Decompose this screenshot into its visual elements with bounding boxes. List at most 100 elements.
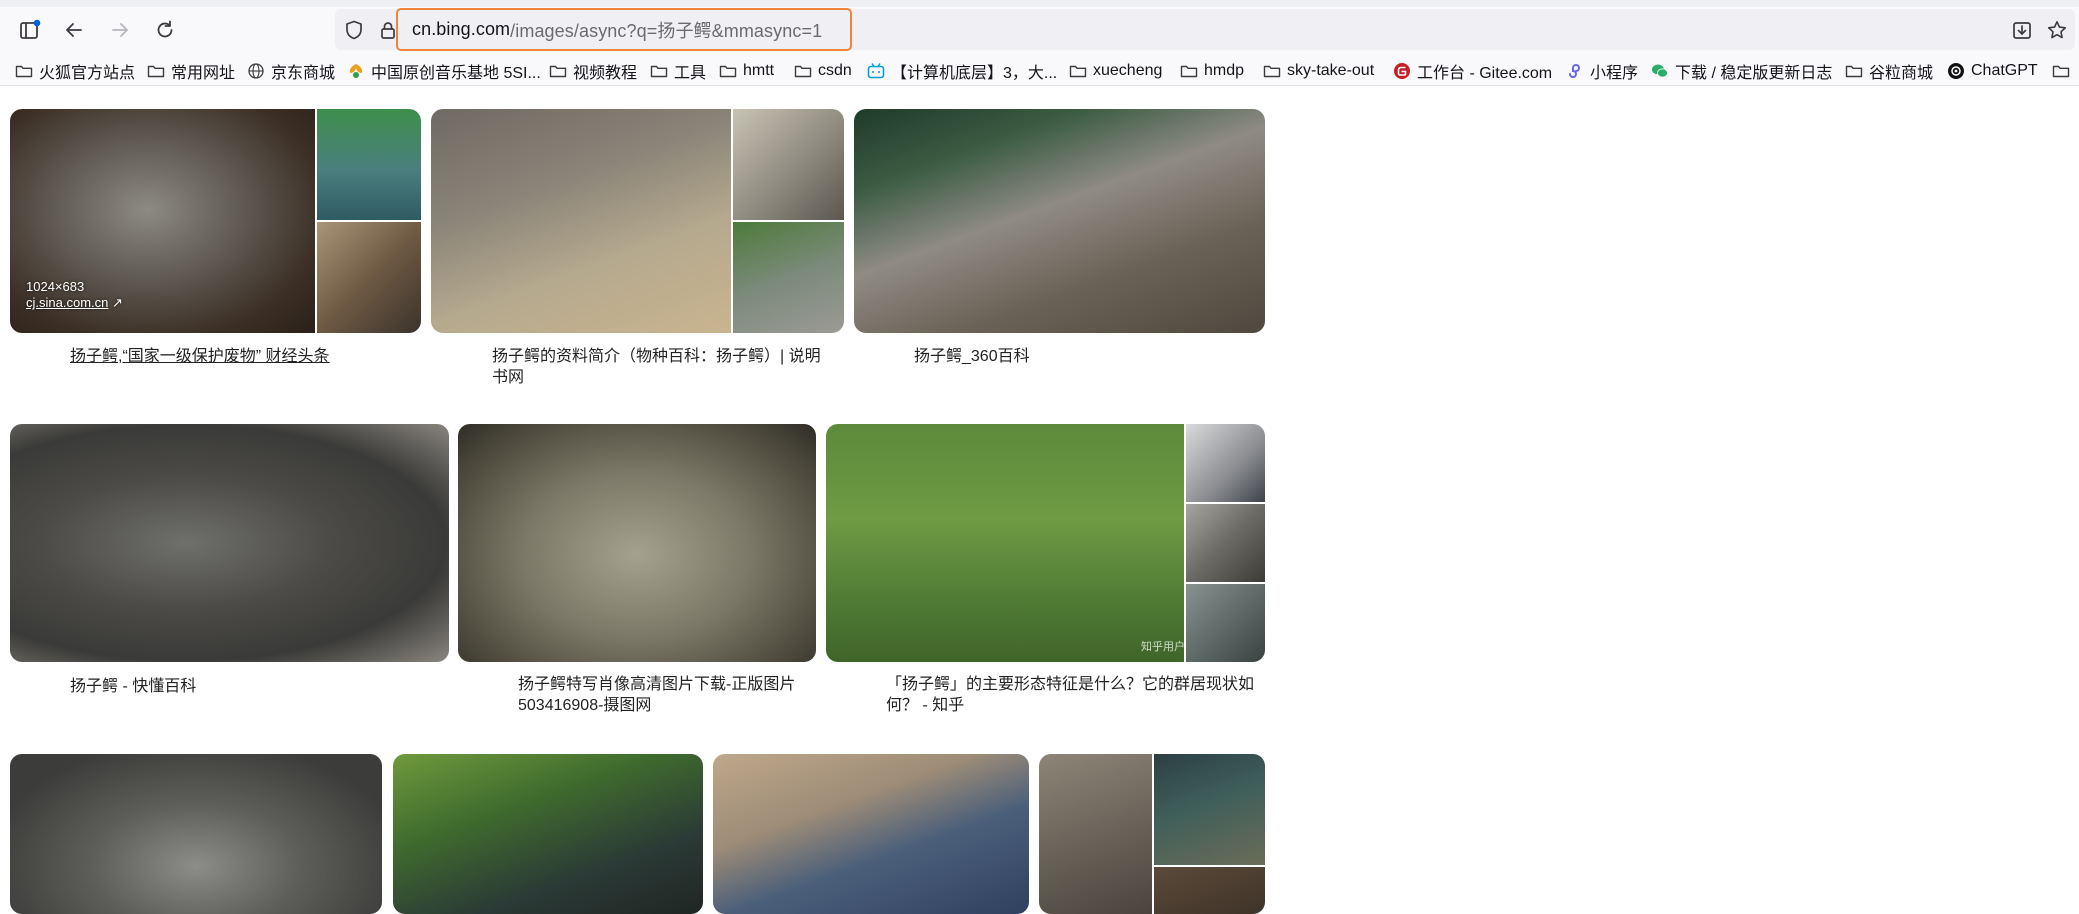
forward-icon[interactable] [104, 14, 136, 46]
folder-icon [650, 62, 668, 80]
image-result[interactable] [713, 754, 1029, 914]
save-to-pocket-icon[interactable] [2006, 14, 2038, 46]
bookmark-item[interactable]: 中国原创音乐基地 5SI... [347, 59, 541, 83]
image-result[interactable]: 1024×683 cj.sina.com.cn ↗ [10, 109, 421, 333]
url-host: cn.bing.com [412, 19, 511, 39]
bookmark-item[interactable]: 下载 / 稳定版更新日志 [1651, 59, 1832, 83]
result-thumbnail[interactable] [1154, 754, 1265, 865]
wechat-icon [1651, 62, 1669, 80]
result-caption[interactable]: 「扬子鳄」的主要形态特征是什么？它的群居现状如何？ - 知乎 [886, 674, 1256, 716]
folder-icon [794, 62, 812, 80]
bookmark-label: 视频教程 [573, 65, 638, 82]
bookmark-item[interactable] [2052, 59, 2070, 83]
image-result[interactable]: 知乎用户 [826, 424, 1265, 662]
image-result[interactable] [1039, 754, 1265, 914]
bookmark-label: 小程序 [1590, 65, 1639, 82]
bookmark-label: ChatGPT [1971, 62, 2038, 79]
result-thumbnail[interactable] [317, 109, 421, 220]
bookmark-item[interactable]: csdn [794, 59, 852, 83]
result-caption[interactable]: 扬子鳄 - 快懂百科 [70, 676, 370, 697]
bookmark-item[interactable]: 视频教程 [549, 59, 637, 83]
result-thumbnail[interactable] [431, 109, 731, 333]
result-thumbnail[interactable] [1039, 754, 1152, 914]
bookmark-item[interactable]: 京东商城 [247, 59, 335, 83]
external-link-icon[interactable]: ↗ [112, 295, 123, 310]
result-thumbnail[interactable] [10, 424, 449, 662]
back-icon[interactable] [58, 14, 90, 46]
bookmark-item[interactable]: 常用网址 [147, 59, 235, 83]
bookmark-item[interactable]: 【计算机底层】3，大... [867, 59, 1057, 83]
result-thumbnail[interactable] [317, 222, 421, 333]
music-site-icon [347, 62, 365, 80]
image-result[interactable] [431, 109, 844, 333]
result-thumbnail[interactable] [826, 424, 1184, 662]
bookmark-label: 京东商城 [271, 65, 336, 82]
bookmark-star-icon[interactable] [2041, 14, 2073, 46]
miniprogram-icon [1566, 62, 1584, 80]
image-watermark: 知乎用户 [1141, 641, 1185, 653]
bookmark-label: hmdp [1204, 62, 1245, 79]
bookmark-item[interactable]: hmtt [719, 59, 774, 83]
chatgpt-icon [1947, 62, 1965, 80]
folder-icon [549, 62, 567, 80]
bookmark-item[interactable]: xuecheng [1069, 59, 1162, 83]
url-path: /images/async?q=扬子鳄&mmasync=1 [510, 20, 823, 41]
bookmark-item[interactable]: 谷粒商城 [1845, 59, 1933, 83]
bookmark-label: xuecheng [1093, 62, 1163, 79]
bookmark-item[interactable]: 工具 [650, 59, 706, 83]
bilibili-icon [867, 62, 885, 80]
bookmark-label: 中国原创音乐基地 5SI... [371, 65, 541, 82]
reload-icon[interactable] [149, 14, 181, 46]
bookmark-label: 工具 [674, 65, 707, 82]
folder-icon [147, 62, 165, 80]
folder-icon [2052, 62, 2070, 80]
tracking-protection-shield-icon[interactable] [338, 14, 370, 46]
bookmark-item[interactable]: ChatGPT [1947, 59, 2038, 83]
bookmark-label: 工作台 - Gitee.com [1417, 65, 1553, 82]
folder-icon [1845, 62, 1863, 80]
image-result[interactable] [854, 109, 1265, 333]
image-dimensions: 1024×683 [26, 279, 85, 294]
gitee-icon [1393, 62, 1411, 80]
result-thumbnail[interactable] [10, 754, 382, 914]
result-thumbnail[interactable] [1186, 424, 1265, 502]
image-result[interactable] [393, 754, 703, 914]
result-thumbnail[interactable] [854, 109, 1265, 333]
result-caption[interactable]: 扬子鳄的资料简介（物种百科：扬子鳄）| 说明书网 [492, 346, 832, 388]
image-source-link[interactable]: cj.sina.com.cn [26, 295, 108, 310]
result-thumbnail[interactable] [713, 754, 1029, 914]
globe-icon [247, 62, 265, 80]
bookmark-item[interactable]: 小程序 [1566, 59, 1638, 83]
result-thumbnail[interactable] [393, 754, 703, 914]
bookmark-item[interactable]: 工作台 - Gitee.com [1393, 59, 1552, 83]
result-thumbnail[interactable] [458, 424, 816, 662]
folder-icon [15, 62, 33, 80]
url-field[interactable]: cn.bing.com/images/async?q=扬子鳄&mmasync=1 [396, 8, 852, 51]
bookmark-label: 下载 / 稳定版更新日志 [1675, 65, 1833, 82]
bookmark-label: sky-take-out [1287, 62, 1375, 79]
sidebar-toggle-icon[interactable] [14, 14, 46, 46]
bookmark-item[interactable]: 火狐官方站点 [15, 59, 135, 83]
result-thumbnail[interactable] [733, 109, 844, 220]
result-thumbnail[interactable] [733, 222, 844, 333]
result-caption[interactable]: 扬子鳄_360百科 [914, 346, 1214, 367]
bookmark-label: csdn [818, 62, 852, 79]
tab-strip [0, 0, 2079, 7]
folder-icon [1069, 62, 1087, 80]
result-caption[interactable]: 扬子鳄特写肖像高清图片下载-正版图片503416908-摄图网 [518, 674, 808, 716]
result-thumbnail[interactable] [1186, 504, 1265, 582]
bookmark-label: 常用网址 [171, 65, 236, 82]
bookmark-item[interactable]: hmdp [1180, 59, 1244, 83]
result-thumbnail[interactable] [1154, 867, 1265, 914]
image-result[interactable] [10, 424, 449, 662]
folder-icon [1180, 62, 1198, 80]
bookmark-label: 【计算机底层】3，大... [891, 65, 1058, 82]
result-caption[interactable]: 扬子鳄,“国家一级保护废物” 财经头条 [70, 346, 400, 367]
image-result[interactable] [458, 424, 816, 662]
folder-icon [1263, 62, 1281, 80]
bookmark-item[interactable]: sky-take-out [1263, 59, 1374, 83]
result-thumbnail[interactable] [1186, 584, 1265, 662]
image-result[interactable] [10, 754, 382, 914]
image-meta: 1024×683 cj.sina.com.cn ↗ [26, 279, 123, 311]
bookmark-label: 火狐官方站点 [39, 65, 136, 82]
